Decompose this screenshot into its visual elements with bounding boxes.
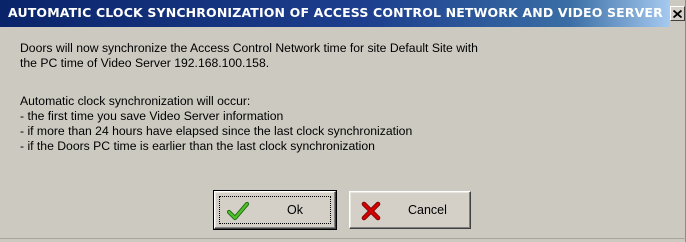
cancel-label: Cancel: [408, 203, 447, 217]
cancel-button[interactable]: Cancel: [349, 191, 471, 229]
checkmark-icon: [226, 200, 250, 222]
window-title: AUTOMATIC CLOCK SYNCHRONIZATION OF ACCES…: [8, 5, 663, 20]
message-line-3: Automatic clock synchronization will occ…: [20, 94, 251, 108]
close-icon: [673, 9, 682, 18]
ok-label: Ok: [287, 203, 303, 217]
message-line-2: the PC time of Video Server 192.168.100.…: [20, 56, 270, 70]
ok-button[interactable]: Ok: [213, 190, 337, 230]
message-line-6: - if the Doors PC time is earlier than t…: [20, 139, 375, 153]
sync-dialog: AUTOMATIC CLOCK SYNCHRONIZATION OF ACCES…: [0, 0, 686, 242]
message-line-4: - the first time you save Video Server i…: [20, 109, 284, 123]
bottom-divider: [0, 238, 686, 239]
close-button[interactable]: [670, 6, 685, 21]
x-mark-icon: [360, 200, 382, 222]
title-bar[interactable]: AUTOMATIC CLOCK SYNCHRONIZATION OF ACCES…: [0, 0, 670, 27]
message-line-1: Doors will now synchronize the Access Co…: [20, 41, 478, 55]
message-line-5: - if more than 24 hours have elapsed sin…: [20, 124, 413, 138]
